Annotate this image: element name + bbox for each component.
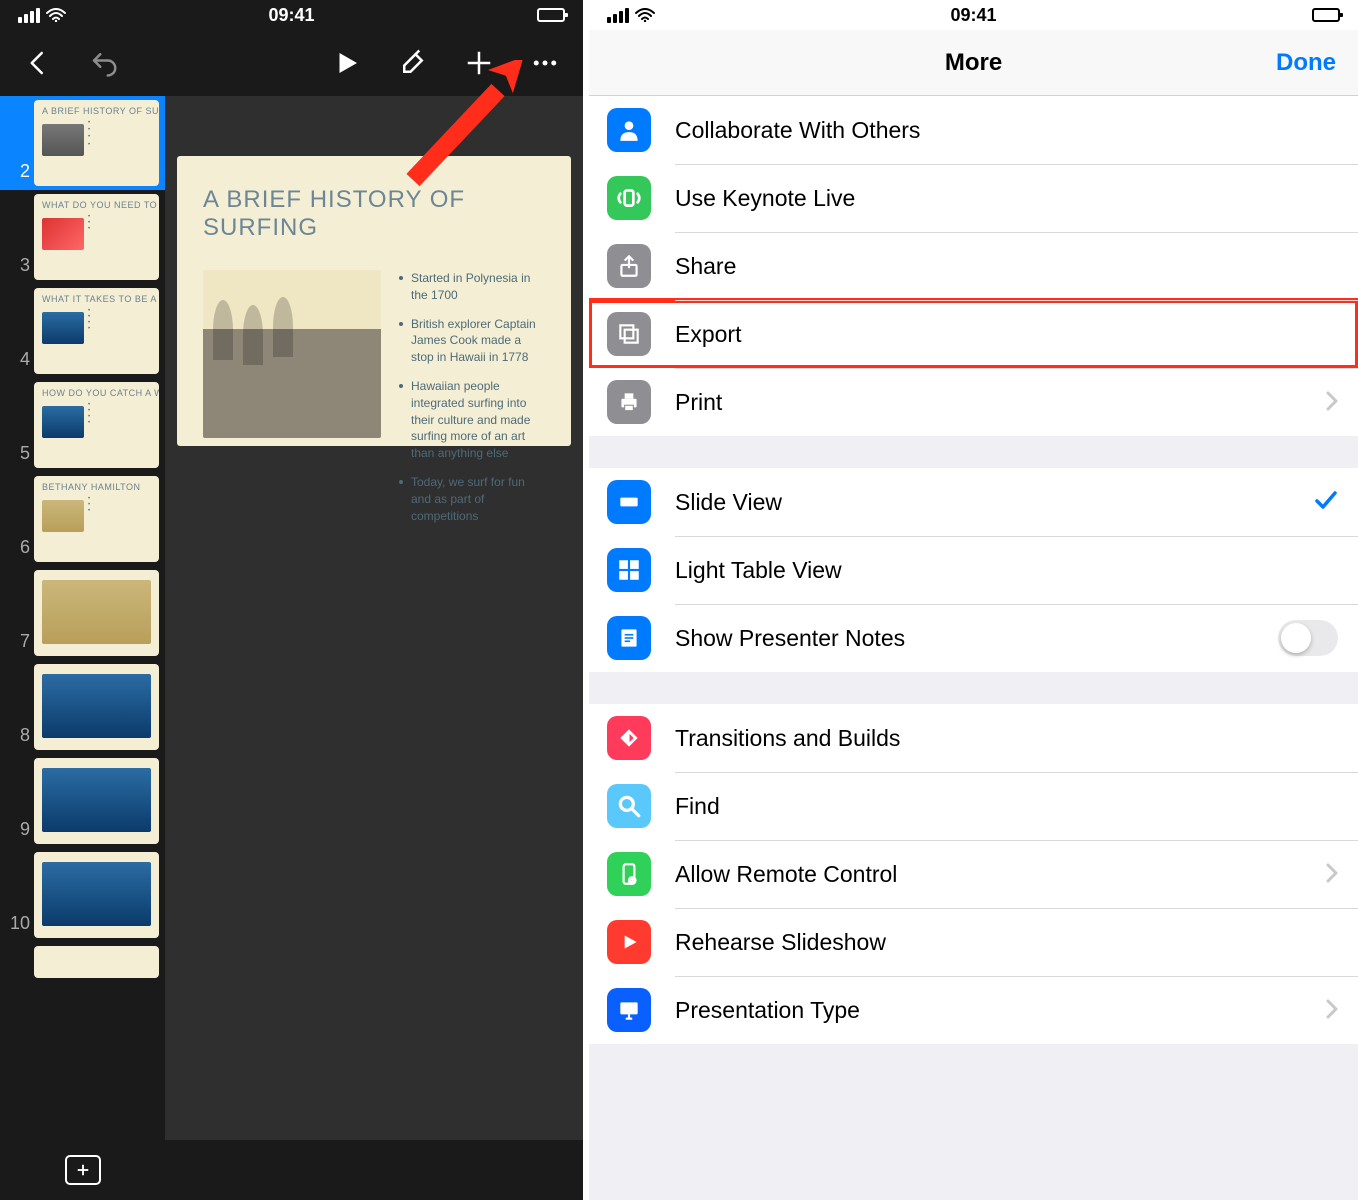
slide-thumbnails[interactable]: 2 A BRIEF HISTORY OF SURFING•••• 3 WHAT … — [0, 96, 165, 1140]
menu-label: Slide View — [675, 489, 1314, 516]
collaborate-icon — [607, 108, 651, 152]
menu-row-export[interactable]: Export — [589, 300, 1358, 368]
menu-label: Find — [675, 793, 1338, 820]
menu-label: Print — [675, 389, 1326, 416]
undo-button[interactable] — [84, 43, 124, 83]
prestype-icon — [607, 988, 651, 1032]
nav-title: More — [945, 49, 1002, 77]
remote-icon — [607, 852, 651, 896]
status-clock: 09:41 — [0, 5, 583, 26]
thumbnail-slide-8[interactable]: 8 — [0, 660, 165, 754]
menu-row-print[interactable]: Print — [589, 368, 1358, 436]
thumbnail-slide-11[interactable] — [0, 942, 165, 982]
live-icon — [607, 176, 651, 220]
notes-icon — [607, 616, 651, 660]
more-menu-list[interactable]: Collaborate With Others Use Keynote Live S… — [589, 96, 1358, 1200]
rehearse-icon — [607, 920, 651, 964]
slide-canvas[interactable]: A BRIEF HISTORY OF SURFING Started in Po… — [165, 96, 583, 1140]
slide-title[interactable]: A BRIEF HISTORY OF SURFING — [203, 186, 545, 242]
print-icon — [607, 380, 651, 424]
thumbnail-slide-5[interactable]: 5 HOW DO YOU CATCH A WAVE?•••• — [0, 378, 165, 472]
thumbnail-slide-9[interactable]: 9 — [0, 754, 165, 848]
battery-icon — [537, 8, 565, 22]
thumbnail-slide-4[interactable]: 4 WHAT IT TAKES TO BE A SURFER•••• — [0, 284, 165, 378]
status-clock: 09:41 — [589, 5, 1358, 26]
thumbnail-slide-10[interactable]: 10 — [0, 848, 165, 942]
menu-row-find[interactable]: Find — [589, 772, 1358, 840]
slide-bullet-list[interactable]: Started in Polynesia in the 1700 British… — [399, 270, 545, 536]
menu-row-live[interactable]: Use Keynote Live — [589, 164, 1358, 232]
thumbnail-slide-7[interactable]: 7 — [0, 566, 165, 660]
transition-icon — [607, 716, 651, 760]
add-button[interactable] — [459, 43, 499, 83]
chevron-right-icon — [1326, 859, 1338, 890]
menu-row-transition[interactable]: Transitions and Builds — [589, 704, 1358, 772]
menu-row-collaborate[interactable]: Collaborate With Others — [589, 96, 1358, 164]
thumbnail-footer — [0, 1140, 165, 1200]
chevron-right-icon — [1326, 995, 1338, 1026]
thumbnail-slide-2[interactable]: 2 A BRIEF HISTORY OF SURFING•••• — [0, 96, 165, 190]
play-button[interactable] — [327, 43, 367, 83]
menu-label: Collaborate With Others — [675, 117, 1338, 144]
slide-bullet[interactable]: Today, we surf for fun and as part of co… — [399, 474, 545, 524]
add-slide-button[interactable] — [65, 1155, 101, 1185]
more-button[interactable] — [525, 43, 565, 83]
menu-label: Transitions and Builds — [675, 725, 1338, 752]
menu-label: Presentation Type — [675, 997, 1326, 1024]
menu-row-rehearse[interactable]: Rehearse Slideshow — [589, 908, 1358, 976]
slide-bullet[interactable]: British explorer Captain James Cook made… — [399, 316, 545, 366]
menu-row-share[interactable]: Share — [589, 232, 1358, 300]
thumbnail-slide-3[interactable]: 3 WHAT DO YOU NEED TO SURF?••• — [0, 190, 165, 284]
nav-header: More Done — [589, 30, 1358, 96]
slideview-icon — [607, 480, 651, 524]
menu-label: Export — [675, 321, 1338, 348]
lighttable-icon — [607, 548, 651, 592]
menu-label: Rehearse Slideshow — [675, 929, 1338, 956]
find-icon — [607, 784, 651, 828]
menu-label: Share — [675, 253, 1338, 280]
keynote-editor-screen: 09:41 — [0, 0, 583, 1200]
current-slide[interactable]: A BRIEF HISTORY OF SURFING Started in Po… — [177, 156, 571, 446]
menu-row-prestype[interactable]: Presentation Type — [589, 976, 1358, 1044]
toggle-switch[interactable] — [1278, 620, 1338, 656]
chevron-right-icon — [1326, 387, 1338, 418]
menu-label: Show Presenter Notes — [675, 625, 1278, 652]
export-icon — [607, 312, 651, 356]
slide-bullet[interactable]: Hawaiian people integrated surfing into … — [399, 378, 545, 462]
menu-row-lighttable[interactable]: Light Table View — [589, 536, 1358, 604]
status-bar-left: 09:41 — [0, 0, 583, 30]
back-button[interactable] — [18, 43, 58, 83]
menu-row-slideview[interactable]: Slide View — [589, 468, 1358, 536]
more-menu-screen: 09:41 More Done Collaborate With Others U… — [589, 0, 1358, 1200]
slide-image[interactable] — [203, 270, 381, 438]
menu-label: Allow Remote Control — [675, 861, 1326, 888]
menu-label: Use Keynote Live — [675, 185, 1338, 212]
status-bar-right: 09:41 — [589, 0, 1358, 30]
editor-toolbar — [0, 30, 583, 96]
format-brush-button[interactable] — [393, 43, 433, 83]
done-button[interactable]: Done — [1276, 49, 1336, 77]
menu-row-remote[interactable]: Allow Remote Control — [589, 840, 1358, 908]
thumbnail-slide-6[interactable]: 6 BETHANY HAMILTON••• — [0, 472, 165, 566]
menu-label: Light Table View — [675, 557, 1338, 584]
share-icon — [607, 244, 651, 288]
checkmark-icon — [1314, 490, 1338, 515]
slide-bullet[interactable]: Started in Polynesia in the 1700 — [399, 270, 545, 304]
menu-row-notes[interactable]: Show Presenter Notes — [589, 604, 1358, 672]
battery-icon — [1312, 8, 1340, 22]
